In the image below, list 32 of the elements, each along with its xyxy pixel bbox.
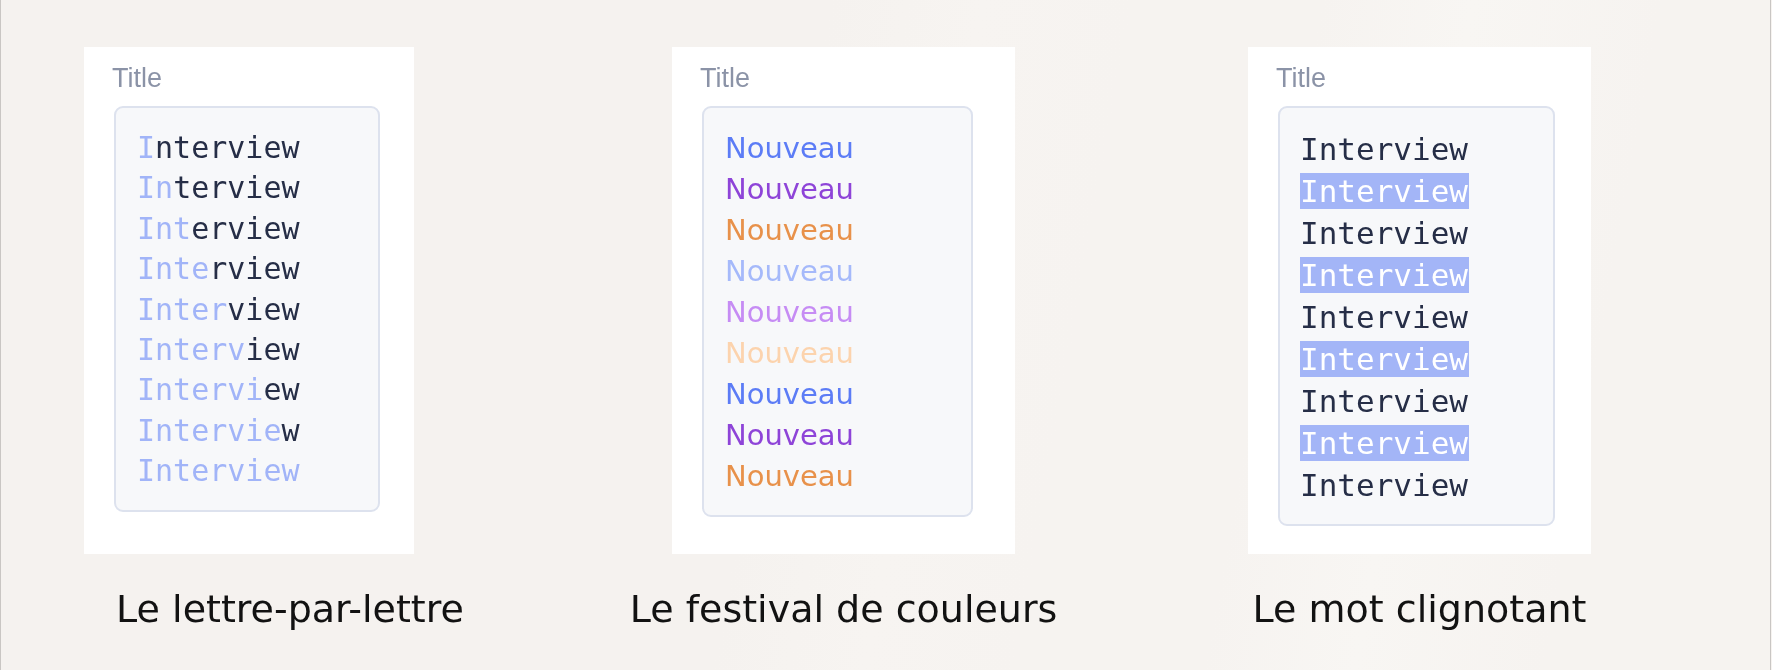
text-line: Interview [137,290,300,329]
text-line: Interview [137,331,300,370]
text-line: Nouveau [725,130,854,167]
text-line: Interview [1300,383,1469,419]
caption: Le festival de couleurs [629,587,1058,631]
text-line: Nouveau [725,171,854,208]
text-line: Nouveau [725,417,854,454]
text-line: Nouveau [725,376,854,413]
text-field[interactable]: Nouveau Nouveau Nouveau Nouveau Nouveau Nouveau Nouveau Nouveau Nouveau [702,106,973,517]
text-line: Interview [1300,215,1469,251]
text-line: Interview [1300,299,1469,335]
field-label: Title [700,63,750,94]
text-line: Nouveau [725,253,854,290]
text-line: Interview [137,250,300,289]
field-label: Title [1276,63,1326,94]
text-line: Nouveau [725,458,854,495]
text-line: Interview [137,411,300,450]
text-line: Interview [1300,467,1469,503]
field-label: Title [112,63,162,94]
text-line: Interview [137,129,300,167]
text-line: Interview [137,169,300,208]
text-line: Nouveau [725,212,854,249]
text-line: Nouveau [725,294,854,331]
text-field[interactable]: Interview Interview Interview Interview Interview Interview Interview Interview Interview [114,106,380,512]
caption: Le lettre-par-lettre [116,587,464,631]
text-line: Interview [137,209,300,248]
caption: Le mot clignotant [1252,587,1587,631]
text-line: Interview [137,452,300,491]
text-line: Interview [1300,131,1469,167]
text-line: Interview [137,371,300,410]
text-field[interactable]: Interview Interview Interview Interview Interview Interview Interview Interview Interview [1278,106,1555,526]
text-line: Nouveau [725,335,854,372]
